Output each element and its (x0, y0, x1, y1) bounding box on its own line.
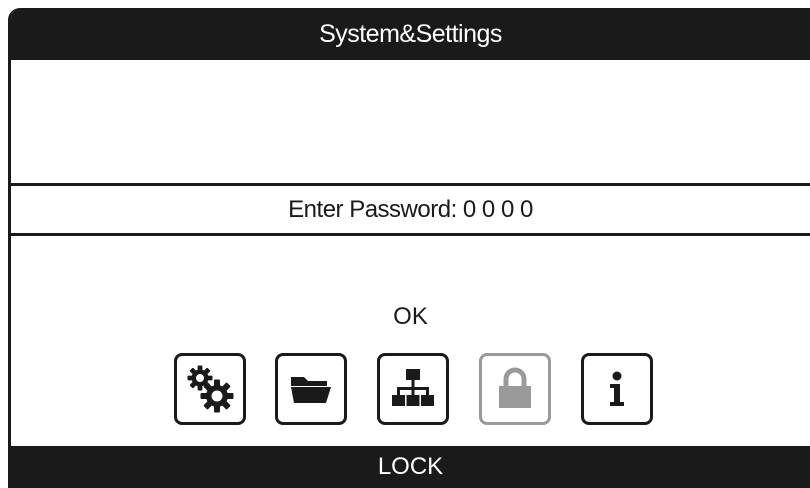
divider-bottom (11, 233, 810, 236)
status-text-row: OK (11, 300, 810, 334)
password-prompt: Enter Password: 0 0 0 0 (288, 196, 533, 223)
lock-icon (499, 367, 531, 408)
gears-icon (187, 365, 234, 413)
lock-label: LOCK (377, 453, 444, 480)
folder-button[interactable] (275, 353, 347, 425)
network-icon (392, 369, 434, 406)
folder-icon (291, 377, 331, 403)
lock-button[interactable] (479, 353, 551, 425)
password-field[interactable]: Enter Password: 0 0 0 0 (11, 188, 810, 232)
info-button[interactable] (581, 353, 653, 425)
status-text: OK (393, 303, 428, 330)
network-button[interactable] (377, 353, 449, 425)
settings-button[interactable] (174, 353, 246, 425)
title-bar: System&Settings (11, 8, 810, 60)
window-title: System&Settings (319, 19, 502, 48)
divider-top (11, 183, 810, 186)
footer-bar[interactable]: LOCK (11, 446, 810, 488)
info-icon (610, 371, 624, 406)
settings-screen: System&Settings Enter Password: 0 0 0 0 … (8, 8, 810, 488)
